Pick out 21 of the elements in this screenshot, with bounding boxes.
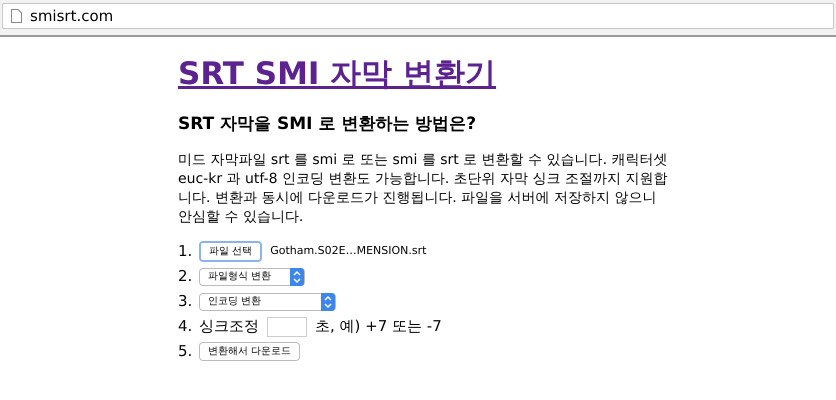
sync-hint: 초, 예) +7 또는 -7 (315, 316, 442, 338)
step-number: 4. (178, 316, 194, 338)
file-name: Gotham.S02E…MENSION.srt (270, 243, 426, 260)
page-title[interactable]: SRT SMI 자막 변환기 (178, 51, 678, 98)
url-text: smisrt.com (30, 6, 114, 27)
step-number: 5. (178, 341, 194, 362)
updown-icon (290, 268, 304, 286)
description: 미드 자막파일 srt 를 smi 로 또는 smi 를 srt 로 변환할 수 있습니다. 캐릭터셋 euc-kr 과 utf-8 인코딩 변환도 가능합니다. 초단위 자막 싱크 조절까지 지원합니다. 변환과 동시에 다운로드가 진행됩니다. 파일을 서버에 저장하지 않으니 안심할 수 있습니다. (178, 151, 668, 227)
updown-icon (321, 292, 335, 310)
select-dropdown[interactable]: 인코딩 변환 (199, 292, 336, 310)
file-select-button[interactable]: 파일 선택 (199, 241, 262, 262)
page-icon (11, 9, 22, 23)
seconds-field[interactable] (267, 316, 307, 336)
select-dropdown[interactable]: 파일형식 변환 (199, 268, 305, 286)
subheading: SRT 자막을 SMI 로 변환하는 방법은? (178, 112, 478, 136)
convert-download-button[interactable]: 변환해서 다운로드 (199, 342, 300, 361)
step-number: 3. (178, 291, 194, 312)
step-number: 1. (178, 241, 194, 262)
step-number: 2. (178, 266, 194, 288)
sync-label: 싱크조정 (199, 316, 259, 338)
address-bar[interactable]: smisrt.com (2, 3, 834, 29)
